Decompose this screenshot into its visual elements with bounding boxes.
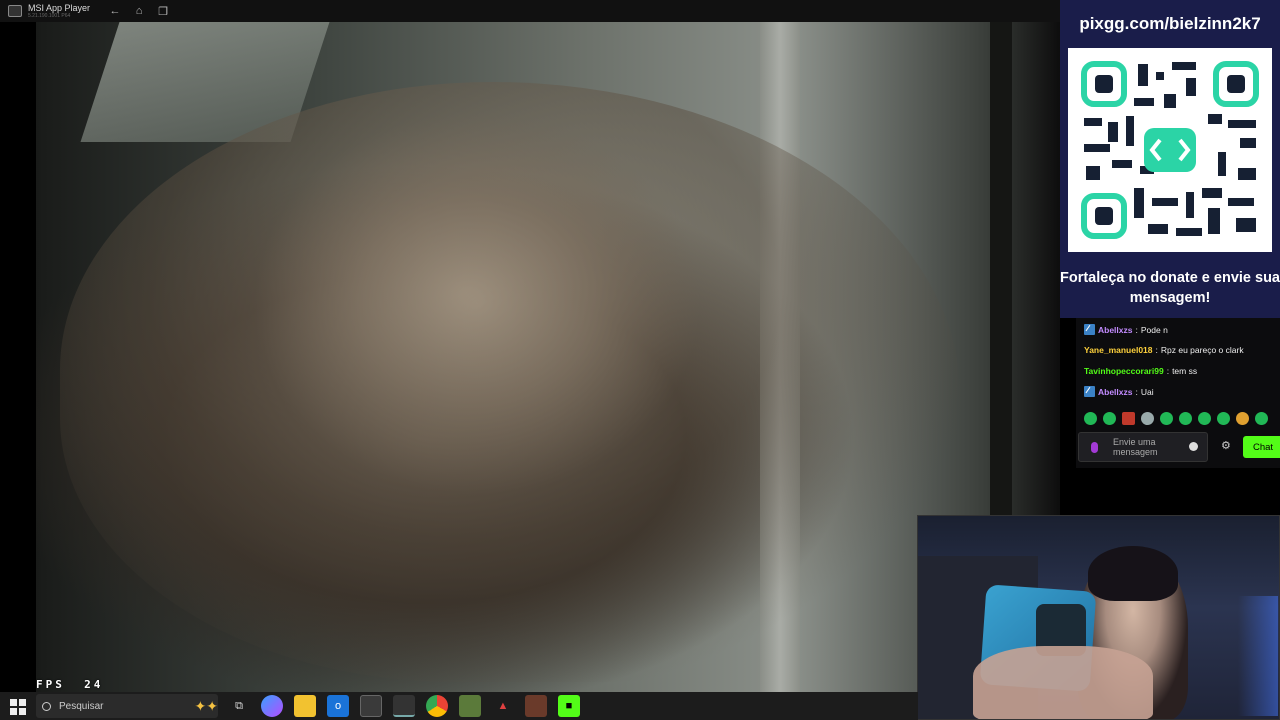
chrome-icon[interactable]	[426, 695, 448, 717]
chat-text: tem ss	[1172, 366, 1198, 376]
taskbar-apps: ⧉ o ▲ ■	[228, 695, 580, 717]
emote-bar	[1084, 412, 1268, 425]
file-explorer-icon[interactable]	[294, 695, 316, 717]
taskbar-search-box[interactable]: Pesquisar ✦✦	[36, 694, 218, 718]
adobe-icon[interactable]: ▲	[492, 695, 514, 717]
emote-icon[interactable]	[1084, 412, 1097, 425]
verified-badge-icon	[1084, 386, 1095, 397]
chat-message: Abellxzs: Pode n	[1084, 324, 1168, 335]
fps-value: 24	[84, 678, 104, 691]
msi-app-player-icon	[8, 5, 22, 17]
copilot-sparkle-icon: ✦✦	[194, 697, 218, 714]
chat-text: Pode n	[1140, 324, 1168, 335]
window-title-block: MSI App Player 5.21.190.1001 P64	[28, 2, 91, 19]
chat-colon: :	[1135, 386, 1138, 397]
emoji-icon[interactable]	[1189, 442, 1198, 451]
emote-icon[interactable]	[1179, 412, 1192, 425]
chat-panel: Abellxzs: Pode n Yane_manuel018: Rpz eu …	[1076, 318, 1280, 468]
chat-input-placeholder: Envie uma mensagem	[1113, 437, 1158, 457]
taskbar: Pesquisar ✦✦ ⧉ o ▲ ■	[0, 692, 918, 720]
donate-url: pixgg.com/bielzinn2k7	[1079, 14, 1261, 33]
window-titlebar: MSI App Player 5.21.190.1001 P64 ← ⌂ ❐	[0, 0, 1060, 22]
chat-colon: :	[1166, 366, 1170, 376]
microphone-icon[interactable]	[1091, 442, 1098, 453]
emote-icon[interactable]	[1198, 412, 1211, 425]
gear-icon[interactable]: ⚙	[1221, 439, 1231, 452]
msi-app-player-icon[interactable]	[393, 695, 415, 717]
chat-message: Abellxzs: Uai	[1084, 386, 1154, 397]
chat-username[interactable]: Yane_manuel018	[1084, 345, 1153, 355]
webcam-hand	[973, 646, 1153, 719]
emote-icon[interactable]	[1217, 412, 1230, 425]
recent-apps-icon[interactable]: ❐	[154, 5, 172, 18]
kick-icon[interactable]: ■	[558, 695, 580, 717]
chat-username[interactable]: Tavinhopeccorari99	[1084, 366, 1164, 376]
screen: MSI App Player 5.21.190.1001 P64 ← ⌂ ❐ F…	[0, 0, 1280, 720]
chat-text: Uai	[1140, 386, 1154, 397]
letterbox-left	[0, 22, 36, 692]
fps-label: FPS	[36, 678, 65, 691]
emote-icon[interactable]	[1122, 412, 1135, 425]
copilot-icon[interactable]	[261, 695, 283, 717]
verified-badge-icon	[1084, 324, 1095, 335]
donate-message: Fortaleça no donate e envie sua mensagem…	[1060, 270, 1280, 306]
window-version: 5.21.190.1001 P64	[28, 12, 71, 19]
webcam-led-light	[1238, 596, 1278, 716]
chat-username[interactable]: Abellxzs	[1098, 325, 1133, 335]
chat-colon: :	[1155, 345, 1158, 355]
chat-text: Rpz eu pareço o clark	[1160, 345, 1244, 355]
task-view-icon[interactable]: ⧉	[228, 695, 250, 717]
chat-username[interactable]: Abellxzs	[1098, 387, 1133, 397]
chat-message: Tavinhopeccorari99: tem ss	[1084, 366, 1197, 376]
home-icon[interactable]: ⌂	[130, 5, 148, 17]
chat-message: Yane_manuel018: Rpz eu pareço o clark	[1084, 345, 1244, 355]
outlook-icon[interactable]: o	[327, 695, 349, 717]
webcam-streamer-hair	[1088, 546, 1178, 601]
search-placeholder: Pesquisar	[59, 700, 104, 712]
emote-icon[interactable]	[1255, 412, 1268, 425]
search-icon	[42, 701, 51, 711]
qr-code	[1068, 48, 1272, 252]
game-icon[interactable]	[525, 695, 547, 717]
emote-icon[interactable]	[1236, 412, 1249, 425]
back-icon[interactable]: ←	[106, 5, 124, 17]
emote-icon[interactable]	[1160, 412, 1173, 425]
window-title: MSI App Player	[28, 2, 91, 13]
blurred-head	[60, 82, 960, 682]
chat-message-input[interactable]: Envie uma mensagem	[1078, 432, 1208, 462]
minecraft-icon[interactable]	[459, 695, 481, 717]
emote-icon[interactable]	[1141, 412, 1154, 425]
emote-icon[interactable]	[1103, 412, 1116, 425]
store-icon[interactable]	[360, 695, 382, 717]
video-player[interactable]: FPS 24	[0, 22, 1060, 692]
chat-send-button[interactable]: Chat	[1243, 436, 1280, 458]
webcam-feed	[917, 515, 1280, 720]
fps-counter: FPS 24	[36, 678, 103, 691]
windows-start-icon[interactable]	[6, 695, 28, 717]
donate-panel: pixgg.com/bielzinn2k7 Fortaleça no donat…	[1060, 0, 1280, 318]
chat-colon: :	[1135, 324, 1138, 335]
